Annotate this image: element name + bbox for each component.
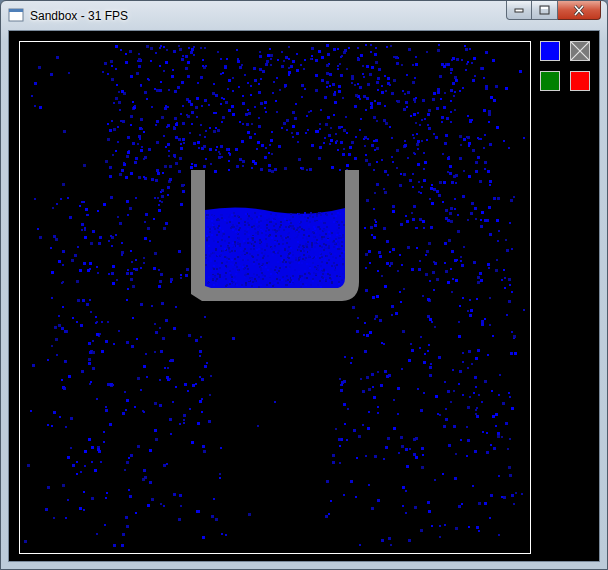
- close-icon: [573, 5, 585, 16]
- swatch-fill: [541, 72, 559, 90]
- maximize-button[interactable]: [532, 1, 558, 20]
- swatch-fill: [541, 42, 559, 60]
- client-area: [8, 30, 600, 562]
- eraser-icon: [571, 42, 589, 60]
- minimize-icon: [514, 7, 524, 13]
- swatch-fill: [571, 72, 589, 90]
- title-bar[interactable]: Sandbox - 31 FPS: [1, 1, 607, 30]
- simulation-view: [20, 42, 530, 553]
- water-pool: [205, 207, 345, 288]
- eraser-tool[interactable]: [570, 41, 590, 61]
- color-swatch[interactable]: [570, 71, 590, 91]
- wall-container: [191, 170, 359, 301]
- color-swatch[interactable]: [540, 41, 560, 61]
- sandbox-canvas[interactable]: [19, 41, 531, 554]
- window-title: Sandbox - 31 FPS: [30, 8, 128, 24]
- color-swatch[interactable]: [540, 71, 560, 91]
- app-icon: [8, 7, 24, 23]
- close-button[interactable]: [558, 1, 601, 20]
- particles: [24, 44, 525, 547]
- window-controls: [506, 1, 601, 20]
- tool-palette: [540, 41, 590, 561]
- maximize-icon: [539, 5, 550, 15]
- app-window: Sandbox - 31 FPS: [0, 0, 608, 570]
- minimize-button[interactable]: [506, 1, 532, 20]
